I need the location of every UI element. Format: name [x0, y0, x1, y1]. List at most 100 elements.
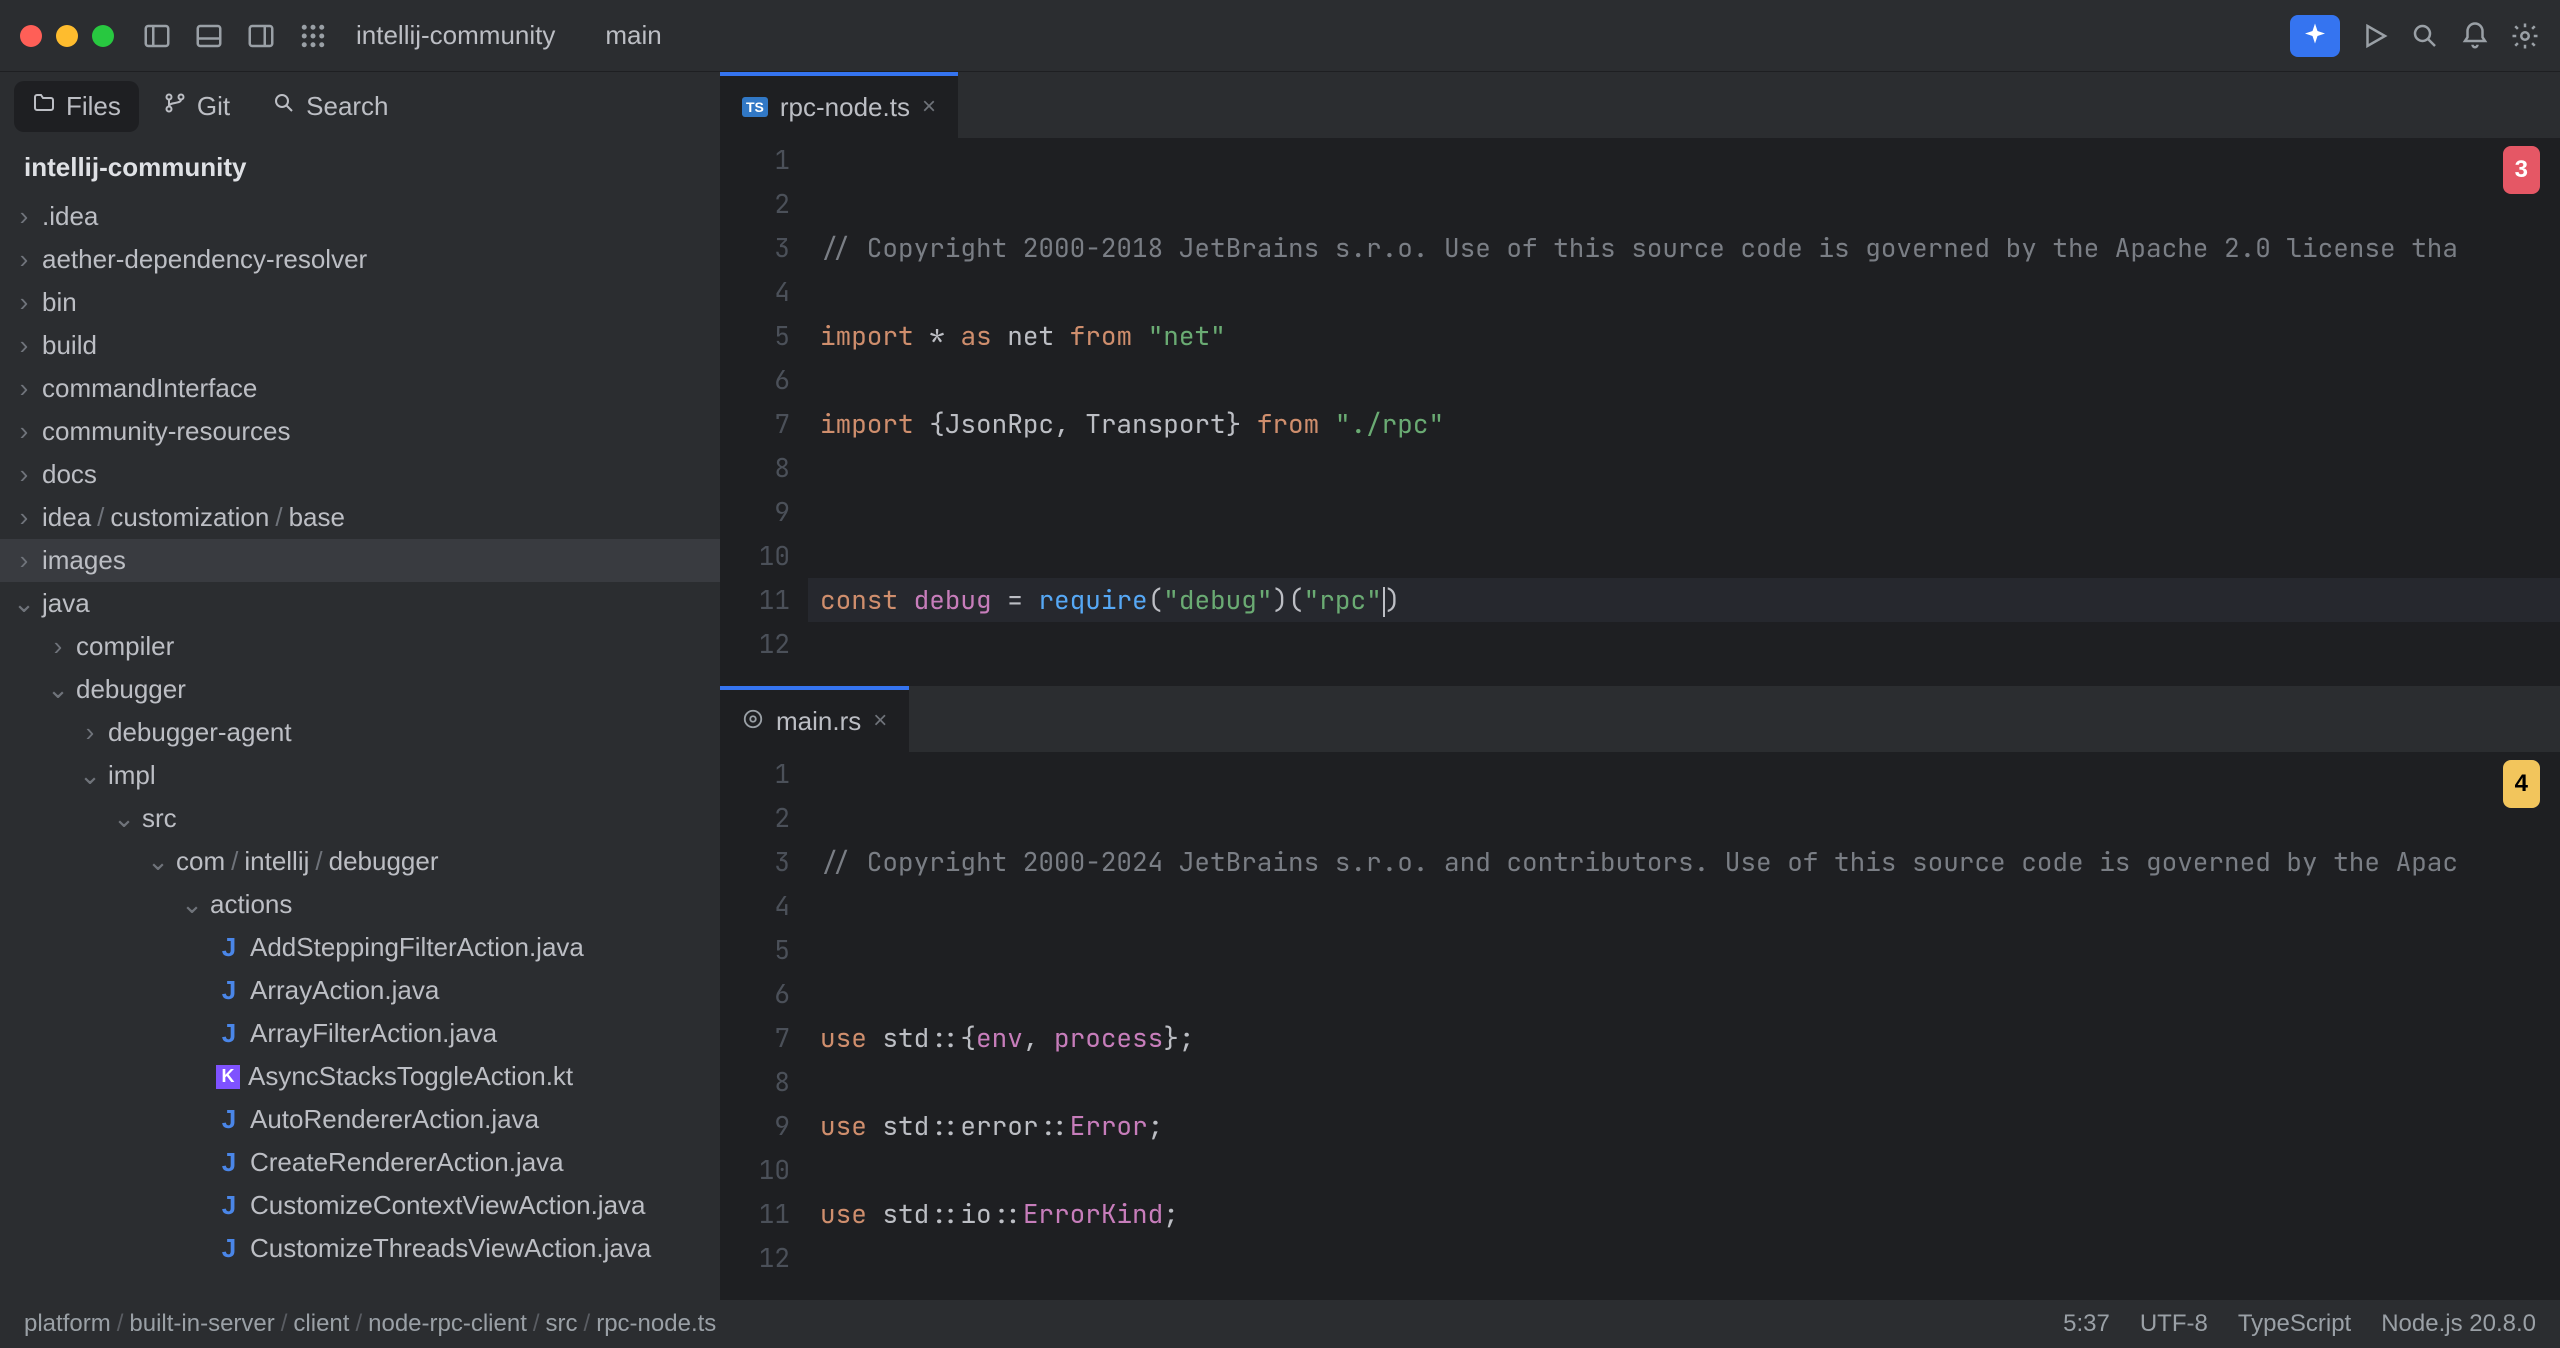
java-file-icon: J	[216, 932, 242, 963]
tree-folder[interactable]: ›build	[0, 324, 720, 367]
tree-folder[interactable]: ⌄actions	[0, 883, 720, 926]
code-content[interactable]: 3 // Copyright 2000-2018 JetBrains s.r.o…	[808, 138, 2560, 686]
close-tab-icon[interactable]: ×	[922, 93, 936, 121]
titlebar-right-icons	[2290, 15, 2540, 57]
chevron-right-icon: ›	[14, 502, 34, 533]
chevron-right-icon: ›	[14, 330, 34, 361]
titlebar: intellij-community main	[0, 0, 2560, 72]
rust-file-icon	[742, 706, 764, 737]
file-tree[interactable]: ›.idea›aether-dependency-resolver›bin›bu…	[0, 195, 720, 1300]
chevron-down-icon: ⌄	[80, 760, 100, 791]
search-everywhere-icon[interactable]	[2410, 21, 2440, 51]
problems-badge[interactable]: 4	[2503, 760, 2540, 808]
chevron-right-icon: ›	[14, 244, 34, 275]
sidebar-tab-git[interactable]: Git	[145, 81, 248, 132]
tree-folder-java[interactable]: ⌄java	[0, 582, 720, 625]
chevron-right-icon: ›	[80, 717, 100, 748]
tree-folder[interactable]: ⌄debugger	[0, 668, 720, 711]
tree-folder-images[interactable]: ›images	[0, 539, 720, 582]
editor-panel-bottom: main.rs × 123456789101112 4 // Copyright…	[720, 686, 2560, 1300]
run-button[interactable]	[2360, 21, 2390, 51]
code-content[interactable]: 4 // Copyright 2000-2024 JetBrains s.r.o…	[808, 752, 2560, 1300]
close-window-button[interactable]	[20, 25, 42, 47]
editor-tabs-top: TS rpc-node.ts ×	[720, 72, 2560, 138]
java-file-icon: J	[216, 975, 242, 1006]
breadcrumb-segment[interactable]: client	[293, 1310, 349, 1338]
sidebar-tab-search[interactable]: Search	[254, 81, 406, 132]
sidebar: Files Git Search intellij-community ›.id…	[0, 72, 720, 1300]
sidebar-tabs: Files Git Search	[0, 72, 720, 140]
java-file-icon: J	[216, 1190, 242, 1221]
tree-folder[interactable]: ›.idea	[0, 195, 720, 238]
tree-folder[interactable]: ›idea/customization/base	[0, 496, 720, 539]
right-panel-toggle-icon[interactable]	[246, 21, 276, 51]
project-root-label[interactable]: intellij-community	[0, 140, 720, 195]
minimize-window-button[interactable]	[56, 25, 78, 47]
git-icon	[163, 91, 187, 122]
cursor-position[interactable]: 5:37	[2063, 1310, 2110, 1338]
chevron-down-icon: ⌄	[114, 803, 134, 834]
tree-folder[interactable]: ›bin	[0, 281, 720, 324]
kotlin-file-icon: K	[216, 1065, 240, 1089]
tree-folder[interactable]: ⌄impl	[0, 754, 720, 797]
tree-folder[interactable]: ›debugger-agent	[0, 711, 720, 754]
branch-label: main	[605, 20, 661, 51]
typescript-file-icon: TS	[742, 97, 768, 117]
java-file-icon: J	[216, 1233, 242, 1264]
language-mode[interactable]: TypeScript	[2238, 1310, 2351, 1338]
tree-folder[interactable]: ›aether-dependency-resolver	[0, 238, 720, 281]
line-gutter: 123456789101112	[720, 138, 808, 686]
chevron-down-icon: ⌄	[182, 889, 202, 920]
chevron-right-icon: ›	[48, 631, 68, 662]
left-panel-toggle-icon[interactable]	[142, 21, 172, 51]
chevron-right-icon: ›	[14, 459, 34, 490]
chevron-down-icon: ⌄	[14, 588, 34, 619]
tree-file[interactable]: KAsyncStacksToggleAction.kt	[0, 1055, 720, 1098]
project-name[interactable]: intellij-community	[356, 20, 555, 51]
tree-file[interactable]: JCreateRendererAction.java	[0, 1141, 720, 1184]
bottom-panel-toggle-icon[interactable]	[194, 21, 224, 51]
tree-folder[interactable]: ›compiler	[0, 625, 720, 668]
tree-file[interactable]: JCustomizeThreadsViewAction.java	[0, 1227, 720, 1270]
tree-file[interactable]: JAutoRendererAction.java	[0, 1098, 720, 1141]
editor-area: TS rpc-node.ts × 123456789101112 3 // Co…	[720, 72, 2560, 1300]
window-controls	[20, 25, 114, 47]
status-bar: platform/built-in-server/client/node-rpc…	[0, 1300, 2560, 1348]
breadcrumbs[interactable]: platform/built-in-server/client/node-rpc…	[24, 1310, 716, 1338]
breadcrumb-segment[interactable]: rpc-node.ts	[596, 1310, 716, 1338]
chevron-down-icon: ⌄	[48, 674, 68, 705]
line-gutter: 123456789101112	[720, 752, 808, 1300]
status-right: 5:37 UTF-8 TypeScript Node.js 20.8.0	[2063, 1310, 2536, 1338]
tree-folder[interactable]: ›docs	[0, 453, 720, 496]
settings-icon[interactable]	[2510, 21, 2540, 51]
chevron-right-icon: ›	[14, 416, 34, 447]
editor-tab-rpc-node[interactable]: TS rpc-node.ts ×	[720, 72, 958, 138]
sidebar-tab-files[interactable]: Files	[14, 81, 139, 132]
breadcrumb-segment[interactable]: src	[546, 1310, 578, 1338]
tree-folder[interactable]: ›commandInterface	[0, 367, 720, 410]
editor-panel-top: TS rpc-node.ts × 123456789101112 3 // Co…	[720, 72, 2560, 686]
chevron-right-icon: ›	[14, 373, 34, 404]
tree-folder[interactable]: ⌄src	[0, 797, 720, 840]
notifications-icon[interactable]	[2460, 21, 2490, 51]
breadcrumb-segment[interactable]: node-rpc-client	[368, 1310, 527, 1338]
tree-file[interactable]: JArrayAction.java	[0, 969, 720, 1012]
code-editor-top[interactable]: 123456789101112 3 // Copyright 2000-2018…	[720, 138, 2560, 686]
code-editor-bottom[interactable]: 123456789101112 4 // Copyright 2000-2024…	[720, 752, 2560, 1300]
close-tab-icon[interactable]: ×	[873, 707, 887, 735]
tree-file[interactable]: JArrayFilterAction.java	[0, 1012, 720, 1055]
maximize-window-button[interactable]	[92, 25, 114, 47]
runtime-version[interactable]: Node.js 20.8.0	[2381, 1310, 2536, 1338]
breadcrumb-segment[interactable]: built-in-server	[129, 1310, 274, 1338]
editor-tab-main-rs[interactable]: main.rs ×	[720, 686, 909, 752]
ai-assistant-button[interactable]	[2290, 15, 2340, 57]
tree-folder[interactable]: ⌄com/intellij/debugger	[0, 840, 720, 883]
tree-file[interactable]: JAddSteppingFilterAction.java	[0, 926, 720, 969]
tree-file[interactable]: JCustomizeContextViewAction.java	[0, 1184, 720, 1227]
apps-grid-icon[interactable]	[298, 21, 328, 51]
vcs-branch[interactable]: main	[595, 20, 661, 51]
breadcrumb-segment[interactable]: platform	[24, 1310, 111, 1338]
file-encoding[interactable]: UTF-8	[2140, 1310, 2208, 1338]
tree-folder[interactable]: ›community-resources	[0, 410, 720, 453]
problems-badge[interactable]: 3	[2503, 146, 2540, 194]
